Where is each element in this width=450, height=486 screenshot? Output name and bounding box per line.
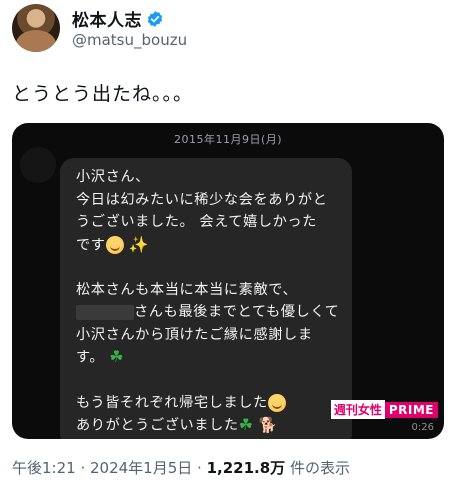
user-handle[interactable]: @matsu_bouzu [72, 31, 187, 49]
chat-message-bubble: 小沢さん、 今日は幻みたいに稀少な会をありがと うございました。 会えて嬉しかっ… [60, 158, 352, 439]
author-name-row: 松本人志 [72, 6, 164, 31]
msg-line: 小沢さん、 [76, 169, 150, 185]
dog-icon: 🐕 [258, 416, 279, 434]
avatar-figure [16, 30, 56, 52]
msg-line: 松本さんも本当に本当に素敵で、 [76, 281, 298, 298]
sparkles-icon: ✨ [128, 234, 150, 254]
publisher-watermark: 週刊女性 PRIME [330, 400, 438, 419]
msg-line: です [76, 236, 106, 253]
tweet-text: とうとう出たね。。。 [12, 83, 194, 105]
msg-line: 小沢さんから頂けたご縁に感謝しま [76, 326, 313, 343]
profile-avatar[interactable] [12, 4, 60, 52]
clover-icon: ☘ [238, 415, 254, 434]
clover-icon: ☘ [109, 347, 125, 367]
tweet-meta: 午後1:21 · 2024年1月5日 · 1,221.8万 件の表示 [12, 457, 350, 478]
smiling-face-icon [105, 235, 124, 254]
msg-line: さんも最後までとても優しくて [134, 304, 340, 321]
msg-line: もう皆それぞれ帰宅しました [76, 394, 268, 411]
verified-badge-icon [147, 10, 163, 27]
smiling-face-icon [267, 393, 286, 412]
msg-line: ありがとうございました [76, 417, 239, 434]
msg-line: す。 [76, 349, 105, 366]
msg-line: うございました。 会えて嬉しかった [76, 214, 318, 230]
redaction-block [76, 304, 134, 320]
display-name[interactable]: 松本人志 [72, 6, 142, 31]
chat-message-text: 小沢さん、 今日は幻みたいに稀少な会をありがと うございました。 会えて嬉しかっ… [76, 166, 346, 437]
sender-avatar [20, 147, 56, 183]
tweet-media-image[interactable]: 2015年11月9日(月) 小沢さん、 今日は幻みたいに稀少な会をありがと うご… [12, 123, 444, 439]
views-label: 件の表示 [285, 459, 350, 477]
watermark-right: PRIME [384, 401, 438, 418]
chat-date-label: 2015年11月9日(月) [173, 133, 283, 146]
post-time[interactable]: 午後1:21 [12, 459, 76, 477]
watermark-left: 週刊女性 [330, 400, 385, 419]
separator: · [192, 459, 207, 477]
video-duration: 0:26 [411, 422, 434, 433]
separator: · [75, 459, 90, 477]
msg-line: 今日は幻みたいに稀少な会をありがと [76, 191, 328, 208]
view-count[interactable]: 1,221.8万 [207, 459, 286, 477]
post-date[interactable]: 2024年1月5日 [90, 459, 192, 477]
